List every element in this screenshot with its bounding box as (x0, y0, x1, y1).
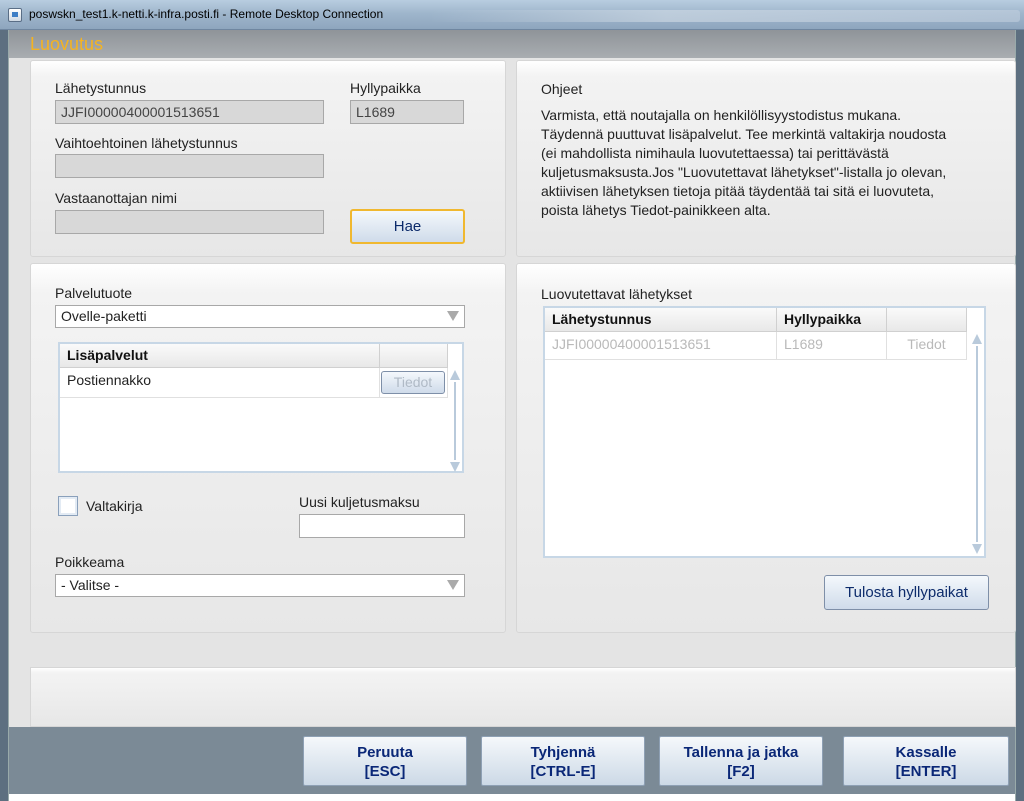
deviation-value: - Valitse - (61, 577, 120, 593)
table-row[interactable]: JJFI00000400001513651 L1689 Tiedot (545, 332, 967, 360)
instructions-text: Varmista, että noutajalla on henkilöllis… (541, 106, 1011, 220)
extras-header-empty (380, 344, 448, 368)
instructions-line: Täydennä puuttuvat lisäpalvelut. Tee mer… (541, 126, 947, 142)
handover-row-shelf: L1689 (777, 332, 887, 360)
scroll-up-icon[interactable] (972, 334, 982, 344)
app-header: Luovutus (9, 30, 1015, 58)
alt-tracking-label: Vaihtoehtoinen lähetystunnus (55, 135, 238, 151)
service-panel: Palvelutuote Ovelle-paketti Lisäpalvelut… (30, 263, 506, 633)
proxy-label: Valtakirja (86, 498, 143, 514)
handover-table: Lähetystunnus Hyllypaikka JJFI0000040000… (543, 306, 986, 558)
product-label: Palvelutuote (55, 285, 133, 301)
print-shelves-button[interactable]: Tulosta hyllypaikat (824, 575, 989, 610)
instructions-panel: Ohjeet Varmista, että noutajalla on henk… (516, 60, 1016, 257)
cancel-button-label: Peruuta (357, 744, 413, 761)
new-fee-input[interactable] (299, 514, 465, 538)
handover-title: Luovutettavat lähetykset (541, 286, 692, 302)
scroll-down-icon[interactable] (972, 544, 982, 554)
message-area (30, 667, 1016, 727)
shelf-label: Hyllypaikka (350, 80, 421, 96)
extras-row-name: Postiennakko (60, 368, 380, 398)
search-button[interactable]: Hae (350, 209, 465, 244)
page-title: Luovutus (30, 34, 104, 54)
search-panel: Lähetystunnus JJFI00000400001513651 Hyll… (30, 60, 506, 257)
window-title: poswskn_test1.k-netti.k-infra.posti.fi -… (29, 7, 384, 21)
checkout-button-shortcut: [ENTER] (895, 763, 957, 780)
handover-col-tracking: Lähetystunnus (545, 308, 777, 332)
instructions-line: poista lähetys Tiedot-painikkeen alta. (541, 202, 771, 218)
deviation-select[interactable]: - Valitse - (55, 574, 465, 597)
instructions-line: kuljetusmaksusta.Jos "Luovutettavat lähe… (541, 164, 947, 180)
proxy-checkbox[interactable] (58, 496, 78, 516)
clear-button[interactable]: Tyhjennä [CTRL-E] (481, 736, 645, 786)
instructions-line: aktiivisen lähetyksen tietoja pitää täyd… (541, 183, 935, 199)
deviation-label: Poikkeama (55, 554, 125, 570)
handover-row-tracking: JJFI00000400001513651 (545, 332, 777, 360)
recipient-label: Vastaanottajan nimi (55, 190, 177, 206)
instructions-line: Varmista, että noutajalla on henkilöllis… (541, 107, 902, 123)
save-continue-button-label: Tallenna ja jatka (683, 744, 799, 761)
checkout-button-label: Kassalle (895, 744, 957, 761)
titlebar-background (430, 10, 1020, 22)
tracking-label: Lähetystunnus (55, 80, 147, 96)
checkout-button[interactable]: Kassalle [ENTER] (843, 736, 1009, 786)
scroll-track[interactable] (454, 382, 456, 460)
app-window: Luovutus Lähetystunnus JJFI0000040000151… (8, 30, 1016, 801)
save-continue-button-shortcut: [F2] (727, 763, 755, 780)
clear-button-label: Tyhjennä (530, 744, 596, 761)
remote-desktop-icon (8, 8, 22, 22)
scroll-track[interactable] (976, 346, 978, 542)
chevron-down-icon (447, 311, 459, 321)
instructions-title: Ohjeet (541, 81, 583, 97)
handover-panel: Luovutettavat lähetykset Lähetystunnus H… (516, 263, 1016, 633)
recipient-input[interactable] (55, 210, 324, 234)
chevron-down-icon (447, 580, 459, 590)
handover-scrollbar[interactable] (972, 334, 982, 554)
handover-col-shelf: Hyllypaikka (777, 308, 887, 332)
new-fee-label: Uusi kuljetusmaksu (299, 494, 420, 510)
footer-bar: Peruuta [ESC] Tyhjennä [CTRL-E] Tallenna… (9, 727, 1015, 794)
handover-details-button[interactable]: Tiedot (887, 332, 967, 360)
extras-scrollbar[interactable] (450, 370, 460, 472)
product-value: Ovelle-paketti (61, 308, 147, 324)
alt-tracking-input[interactable] (55, 154, 324, 178)
extras-details-button[interactable]: Tiedot (381, 371, 445, 394)
save-continue-button[interactable]: Tallenna ja jatka [F2] (659, 736, 823, 786)
tracking-input[interactable]: JJFI00000400001513651 (55, 100, 324, 124)
instructions-line: (ei mahdollista nimihaula luovutettaessa… (541, 145, 889, 161)
product-select[interactable]: Ovelle-paketti (55, 305, 465, 328)
clear-button-shortcut: [CTRL-E] (530, 763, 596, 780)
extras-table: Lisäpalvelut Postiennakko Tiedot (58, 342, 464, 473)
scroll-up-icon[interactable] (450, 370, 460, 380)
extras-row-cell: Tiedot (380, 368, 448, 398)
cancel-button[interactable]: Peruuta [ESC] (303, 736, 467, 786)
extras-header: Lisäpalvelut (60, 344, 380, 368)
scroll-down-icon[interactable] (450, 462, 460, 472)
shelf-input[interactable]: L1689 (350, 100, 464, 124)
window-titlebar: poswskn_test1.k-netti.k-infra.posti.fi -… (0, 0, 1024, 30)
status-strip (9, 794, 1015, 801)
cancel-button-shortcut: [ESC] (364, 763, 406, 780)
handover-col-empty (887, 308, 967, 332)
